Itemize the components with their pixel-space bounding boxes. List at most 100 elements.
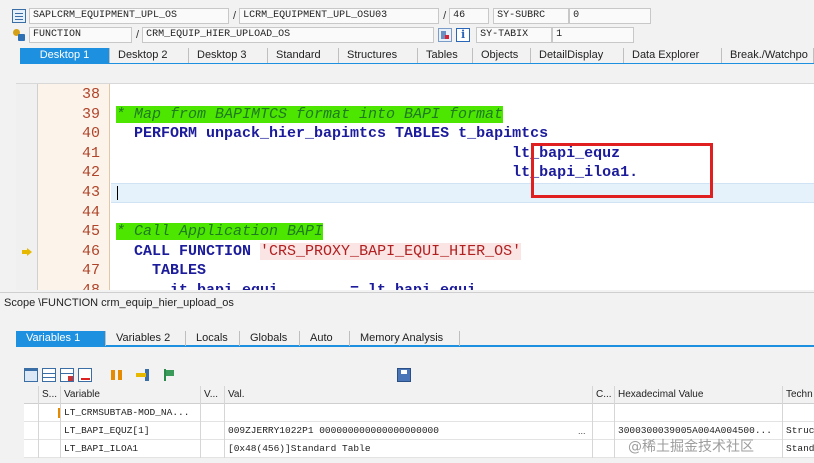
row-selector[interactable] bbox=[24, 440, 39, 458]
variable-hex bbox=[615, 404, 783, 422]
include-field[interactable]: LCRM_EQUIPMENT_UPL_OSU03 bbox=[239, 8, 440, 24]
code-line[interactable]: 46 CALL FUNCTION 'CRS_PROXY_BAPI_EQUI_HI… bbox=[16, 242, 814, 262]
column-header-c[interactable]: C... bbox=[593, 386, 615, 404]
header-row-program: SAPLCRM_EQUIPMENT_UPL_OS / LCRM_EQUIPMEN… bbox=[0, 7, 652, 25]
column-header-technical-type[interactable]: Techn bbox=[783, 386, 814, 404]
tab-locals[interactable]: Locals bbox=[186, 331, 240, 346]
code-text[interactable]: * Call Application BAPI bbox=[116, 222, 324, 242]
text-caret bbox=[117, 186, 118, 200]
program-field[interactable]: SAPLCRM_EQUIPMENT_UPL_OS bbox=[29, 8, 229, 24]
variable-name[interactable]: LT_BAPI_ILOA1 bbox=[61, 440, 201, 458]
line-number: 40 bbox=[81, 125, 100, 143]
variable-v bbox=[201, 422, 225, 440]
sysfield-subrc-value[interactable]: 0 bbox=[569, 8, 652, 24]
tab-desktop-2[interactable]: Desktop 2 bbox=[110, 48, 189, 63]
table-icon[interactable] bbox=[42, 368, 56, 382]
function-name-field[interactable]: CRM_EQUIP_HIER_UPLOAD_OS bbox=[142, 27, 435, 43]
tab-detail-display[interactable]: DetailDisplay bbox=[531, 48, 624, 63]
variable-v bbox=[201, 440, 225, 458]
code-line[interactable]: 47 TABLES bbox=[16, 261, 814, 281]
variable-value[interactable]: 009ZJERRY1022P1 000000000000000000000 bbox=[225, 422, 593, 440]
header-row-function: FUNCTION / CRM_EQUIP_HIER_UPLOAD_OS SY-T… bbox=[0, 26, 635, 44]
row-status bbox=[39, 440, 61, 458]
variable-value[interactable]: [0x48(456)]Standard Table bbox=[225, 440, 593, 458]
code-line[interactable]: 44 bbox=[16, 203, 814, 223]
source-icon[interactable] bbox=[438, 28, 453, 42]
table-refresh-icon[interactable] bbox=[60, 368, 74, 382]
code-statement: TABLES bbox=[152, 262, 207, 280]
code-line[interactable]: 45 * Call Application BAPI bbox=[16, 222, 814, 242]
current-statement-arrow-icon bbox=[22, 247, 32, 256]
move-icon[interactable] bbox=[136, 368, 150, 382]
row-selector[interactable] bbox=[24, 422, 39, 440]
column-header-variable[interactable]: Variable bbox=[61, 386, 201, 404]
line-field[interactable]: 46 bbox=[449, 8, 490, 24]
tab-standard[interactable]: Standard bbox=[268, 48, 339, 63]
line-number: 46 bbox=[81, 242, 100, 260]
code-text[interactable]: PERFORM unpack_hier_bapimtcs TABLES t_ba… bbox=[116, 124, 548, 144]
delete-row-icon[interactable] bbox=[78, 368, 92, 382]
type-field[interactable]: FUNCTION bbox=[29, 27, 132, 43]
code-line[interactable]: 40 PERFORM unpack_hier_bapimtcs TABLES t… bbox=[16, 124, 814, 144]
tab-structures[interactable]: Structures bbox=[339, 48, 418, 63]
tab-globals[interactable]: Globals bbox=[240, 331, 300, 346]
column-header-v[interactable]: V... bbox=[201, 386, 225, 404]
code-text[interactable]: it_bapi_equi = lt_bapi_equi bbox=[116, 281, 476, 290]
tab-auto[interactable]: Auto bbox=[300, 331, 350, 346]
save-icon[interactable] bbox=[397, 368, 411, 382]
tab-objects[interactable]: Objects bbox=[473, 48, 531, 63]
flag-icon[interactable] bbox=[162, 368, 176, 382]
scope-label: Scope \FUNCTION crm_equip_hier_upload_os bbox=[0, 292, 814, 312]
line-number: 47 bbox=[81, 262, 100, 280]
variable-value[interactable] bbox=[225, 404, 593, 422]
column-header-s[interactable]: S... bbox=[39, 386, 61, 404]
value-ellipsis[interactable]: ... bbox=[578, 422, 590, 440]
column-selector[interactable] bbox=[24, 386, 39, 404]
tab-variables-1[interactable]: Variables 1 bbox=[16, 331, 106, 346]
row-selector[interactable] bbox=[24, 404, 39, 422]
line-number: 38 bbox=[81, 86, 100, 103]
tab-variables-2[interactable]: Variables 2 bbox=[106, 331, 186, 346]
code-line[interactable]: 38 bbox=[16, 85, 814, 105]
column-header-value[interactable]: Val. bbox=[225, 386, 593, 404]
code-text[interactable]: * Map from BAPIMTCS format into BAPI for… bbox=[116, 105, 504, 125]
sort-icon[interactable] bbox=[110, 368, 124, 382]
row-status bbox=[39, 422, 61, 440]
variables-tabs: Variables 1 Variables 2 Locals Globals A… bbox=[16, 331, 814, 347]
variable-name[interactable]: LT_CRMSUBTAB-MOD_NA... bbox=[61, 404, 201, 422]
variable-c bbox=[593, 440, 615, 458]
trash-icon[interactable] bbox=[24, 368, 38, 382]
code-statement: it_bapi_equi = lt_bapi_equi bbox=[170, 282, 476, 290]
variable-c bbox=[593, 404, 615, 422]
separator: / bbox=[233, 10, 237, 22]
tab-memory-analysis[interactable]: Memory Analysis bbox=[350, 331, 460, 346]
separator: / bbox=[136, 29, 140, 41]
sysfield-tabix-value[interactable]: 1 bbox=[552, 27, 635, 43]
code-line[interactable]: 39 * Map from BAPIMTCS format into BAPI f… bbox=[16, 105, 814, 125]
info-icon[interactable] bbox=[456, 28, 471, 42]
code-statement: PERFORM unpack_hier_bapimtcs TABLES t_ba… bbox=[134, 125, 549, 143]
tab-data-explorer[interactable]: Data Explorer bbox=[624, 48, 722, 63]
row-status bbox=[39, 404, 61, 422]
tab-desktop-1[interactable]: Desktop 1 bbox=[20, 48, 110, 63]
variable-name[interactable]: LT_BAPI_EQUZ[1] bbox=[61, 422, 201, 440]
program-icon bbox=[12, 9, 26, 23]
line-number: 42 bbox=[81, 164, 100, 182]
code-text[interactable]: TABLES bbox=[116, 261, 206, 281]
tab-desktop-3[interactable]: Desktop 3 bbox=[189, 48, 268, 63]
line-number: 39 bbox=[81, 105, 100, 123]
table-row[interactable]: LT_CRMSUBTAB-MOD_NA... bbox=[24, 404, 814, 422]
code-text[interactable]: CALL FUNCTION 'CRS_PROXY_BAPI_EQUI_HIER_… bbox=[116, 242, 522, 262]
source-code-editor[interactable]: 38 39 * Map from BAPIMTCS format into BAPI… bbox=[16, 83, 814, 290]
variable-tech-type: Struct bbox=[786, 425, 814, 436]
column-header-hex[interactable]: Hexadecimal Value bbox=[615, 386, 783, 404]
line-number: 45 bbox=[81, 223, 100, 241]
line-number: 48 bbox=[38, 281, 110, 290]
tab-breakpoints-watchpoints[interactable]: Break./Watchpo bbox=[722, 48, 814, 63]
code-line[interactable]: 48 it_bapi_equi = lt_bapi_equi bbox=[16, 281, 814, 290]
tab-tables[interactable]: Tables bbox=[418, 48, 473, 63]
